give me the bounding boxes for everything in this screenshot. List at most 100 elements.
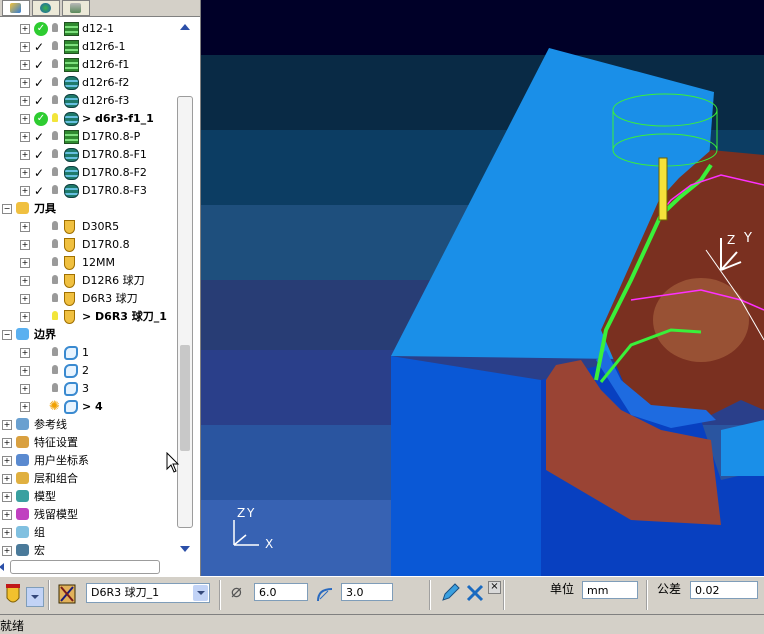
scroll-up-icon[interactable] — [180, 24, 190, 30]
expand-toggle-icon[interactable]: + — [20, 150, 30, 160]
visibility-bulb-icon[interactable] — [52, 77, 58, 86]
tree-item[interactable]: + 特征设置 — [0, 434, 176, 452]
expand-toggle-icon[interactable]: + — [20, 78, 30, 88]
expand-toggle-icon[interactable]: + — [20, 24, 30, 34]
expand-toggle-icon[interactable]: + — [20, 114, 30, 124]
tree-item[interactable]: +12MM — [0, 254, 176, 272]
tool-type-dropdown[interactable] — [26, 587, 44, 607]
tree-item[interactable]: + ✓ d12r6-f3 — [0, 92, 176, 110]
tolerance-input[interactable]: 0.02 — [690, 581, 758, 599]
tree-item[interactable]: + ✓ D17R0.8-F1 — [0, 146, 176, 164]
tree-item[interactable]: + ✓ D17R0.8-F3 — [0, 182, 176, 200]
expand-toggle-icon[interactable]: + — [20, 240, 30, 250]
visibility-bulb-icon[interactable] — [52, 293, 58, 302]
tree-item[interactable]: + ✓ d12-1 — [0, 20, 176, 38]
tree-item[interactable]: + 组 — [0, 524, 176, 542]
tool-diameter-input[interactable]: 6.0 — [254, 583, 308, 601]
tree-item[interactable]: + 模型 — [0, 488, 176, 506]
tree-item[interactable]: + D17R0.8 — [0, 236, 176, 254]
expand-toggle-icon[interactable]: + — [20, 96, 30, 106]
visibility-bulb-icon[interactable] — [52, 365, 58, 374]
tool-settings-icon[interactable] — [465, 583, 485, 603]
visibility-bulb-icon[interactable] — [52, 149, 58, 158]
expand-toggle-icon[interactable]: + — [2, 420, 12, 430]
scroll-down-icon[interactable] — [180, 546, 190, 552]
expand-toggle-icon[interactable]: − — [2, 330, 12, 340]
expand-toggle-icon[interactable]: + — [20, 42, 30, 52]
visibility-bulb-icon[interactable] — [52, 23, 58, 32]
tab-internet[interactable] — [32, 0, 60, 16]
expand-toggle-icon[interactable]: + — [2, 528, 12, 538]
expand-toggle-icon[interactable]: + — [2, 510, 12, 520]
graphics-viewport[interactable]: Z Y Z Y X — [201, 0, 764, 576]
model-scene[interactable]: Z Y Z Y X — [201, 0, 764, 576]
tree-item[interactable]: + 宏 — [0, 542, 176, 560]
visibility-bulb-icon[interactable] — [52, 257, 58, 266]
expand-toggle-icon[interactable]: + — [20, 168, 30, 178]
tool-tip-radius-input[interactable]: 3.0 — [341, 583, 393, 601]
visibility-bulb-icon[interactable] — [52, 311, 58, 320]
tree-item[interactable]: + ✓ D17R0.8-F2 — [0, 164, 176, 182]
close-icon[interactable]: × — [488, 581, 501, 594]
tree-item[interactable]: + D6R3 球刀 — [0, 290, 176, 308]
visibility-bulb-icon[interactable] — [52, 221, 58, 230]
tool-type-icon[interactable] — [4, 584, 22, 606]
tree-item[interactable]: + 用户坐标系 — [0, 452, 176, 470]
tree-item[interactable]: + ✓ d12r6-1 — [0, 38, 176, 56]
scrollbar-thumb[interactable] — [180, 345, 190, 451]
tree-item[interactable]: + ✓ > d6r3-f1_1 — [0, 110, 176, 128]
tree-item[interactable]: + > D6R3 球刀_1 — [0, 308, 176, 326]
expand-toggle-icon[interactable]: + — [20, 186, 30, 196]
tree-item[interactable]: + ✺ > 4 — [0, 398, 176, 416]
tree-item[interactable]: + ✓ D17R0.8-P — [0, 128, 176, 146]
tab-help[interactable] — [62, 0, 90, 16]
visibility-bulb-icon[interactable] — [52, 59, 58, 68]
visibility-bulb-icon[interactable] — [52, 185, 58, 194]
expand-toggle-icon[interactable]: + — [2, 438, 12, 448]
tree-item[interactable]: + 参考线 — [0, 416, 176, 434]
expand-toggle-icon[interactable]: + — [20, 294, 30, 304]
visibility-bulb-icon[interactable] — [52, 167, 58, 176]
tree-item[interactable]: − 边界 — [0, 326, 176, 344]
visibility-bulb-icon[interactable] — [52, 275, 58, 284]
visibility-bulb-icon[interactable] — [52, 113, 58, 122]
tool-select-icon[interactable] — [58, 584, 76, 604]
visibility-bulb-icon[interactable] — [52, 239, 58, 248]
edit-tool-icon[interactable] — [440, 583, 460, 603]
expand-toggle-icon[interactable]: + — [20, 384, 30, 394]
expand-toggle-icon[interactable]: + — [2, 546, 12, 556]
tab-explorer[interactable] — [2, 0, 30, 16]
tree-item[interactable]: − 刀具 — [0, 200, 176, 218]
expand-toggle-icon[interactable]: + — [20, 258, 30, 268]
chevron-down-icon[interactable] — [193, 585, 208, 601]
active-bulb-icon[interactable]: ✺ — [49, 400, 63, 414]
tree-item[interactable]: + 层和组合 — [0, 470, 176, 488]
scroll-left-icon[interactable] — [0, 563, 4, 571]
expand-toggle-icon[interactable]: + — [2, 456, 12, 466]
tree-item[interactable]: + ✓ d12r6-f1 — [0, 56, 176, 74]
tree-vertical-scrollbar[interactable] — [177, 18, 193, 558]
expand-toggle-icon[interactable]: + — [20, 312, 30, 322]
expand-toggle-icon[interactable]: + — [20, 222, 30, 232]
active-tool-select[interactable]: D6R3 球刀_1 — [86, 583, 210, 603]
expand-toggle-icon[interactable]: − — [2, 204, 12, 214]
tree-item[interactable]: + ✓ d12r6-f2 — [0, 74, 176, 92]
expand-toggle-icon[interactable]: + — [20, 348, 30, 358]
tree-item[interactable]: + D12R6 球刀 — [0, 272, 176, 290]
tree-item[interactable]: + D30R5 — [0, 218, 176, 236]
expand-toggle-icon[interactable]: + — [20, 276, 30, 286]
tree-item[interactable]: + 残留模型 — [0, 506, 176, 524]
tree-item[interactable]: +2 — [0, 362, 176, 380]
expand-toggle-icon[interactable]: + — [20, 402, 30, 412]
visibility-bulb-icon[interactable] — [52, 95, 58, 104]
visibility-bulb-icon[interactable] — [52, 347, 58, 356]
expand-toggle-icon[interactable]: + — [2, 474, 12, 484]
expand-toggle-icon[interactable]: + — [20, 132, 30, 142]
visibility-bulb-icon[interactable] — [52, 41, 58, 50]
expand-toggle-icon[interactable]: + — [20, 366, 30, 376]
expand-toggle-icon[interactable]: + — [2, 492, 12, 502]
expand-toggle-icon[interactable]: + — [20, 60, 30, 70]
visibility-bulb-icon[interactable] — [52, 383, 58, 392]
tree-horizontal-scrollbar[interactable] — [0, 560, 160, 574]
visibility-bulb-icon[interactable] — [52, 131, 58, 140]
